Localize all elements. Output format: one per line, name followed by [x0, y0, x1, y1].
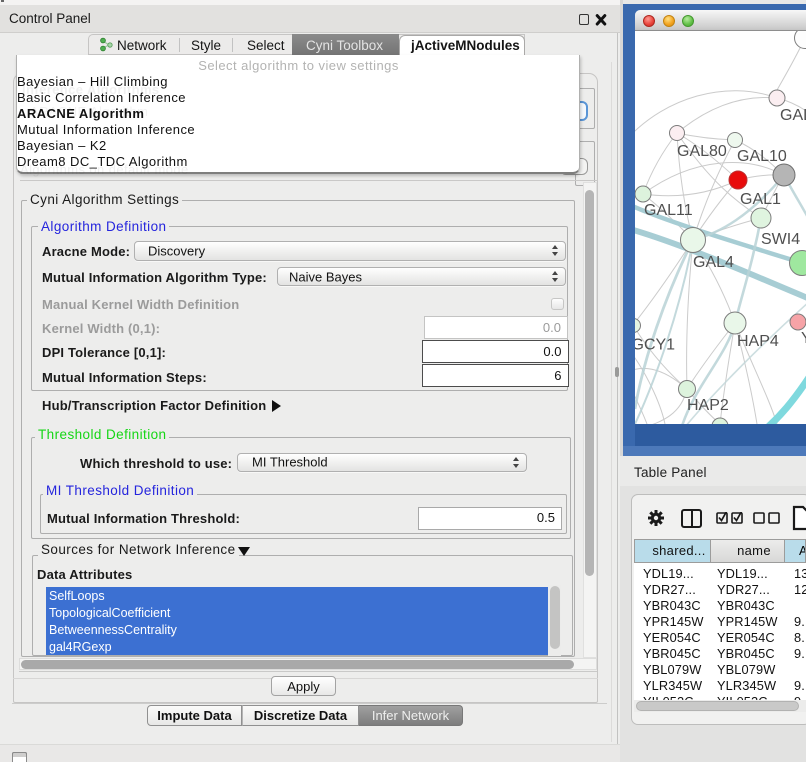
svg-text:GAL80: GAL80: [677, 143, 727, 160]
svg-text:HAP4: HAP4: [737, 333, 779, 350]
svg-text:GAL2: GAL2: [780, 107, 806, 124]
svg-text:SWI4: SWI4: [761, 231, 800, 248]
svg-text:GCY1: GCY1: [635, 337, 675, 354]
svg-text:GAL1: GAL1: [740, 191, 781, 208]
svg-text:YMR043W: YMR043W: [801, 330, 806, 347]
svg-text:GAL4: GAL4: [693, 254, 734, 271]
svg-text:GAL10: GAL10: [737, 148, 787, 165]
svg-text:HAP2: HAP2: [687, 397, 729, 414]
svg-text:GAL11: GAL11: [644, 202, 693, 219]
